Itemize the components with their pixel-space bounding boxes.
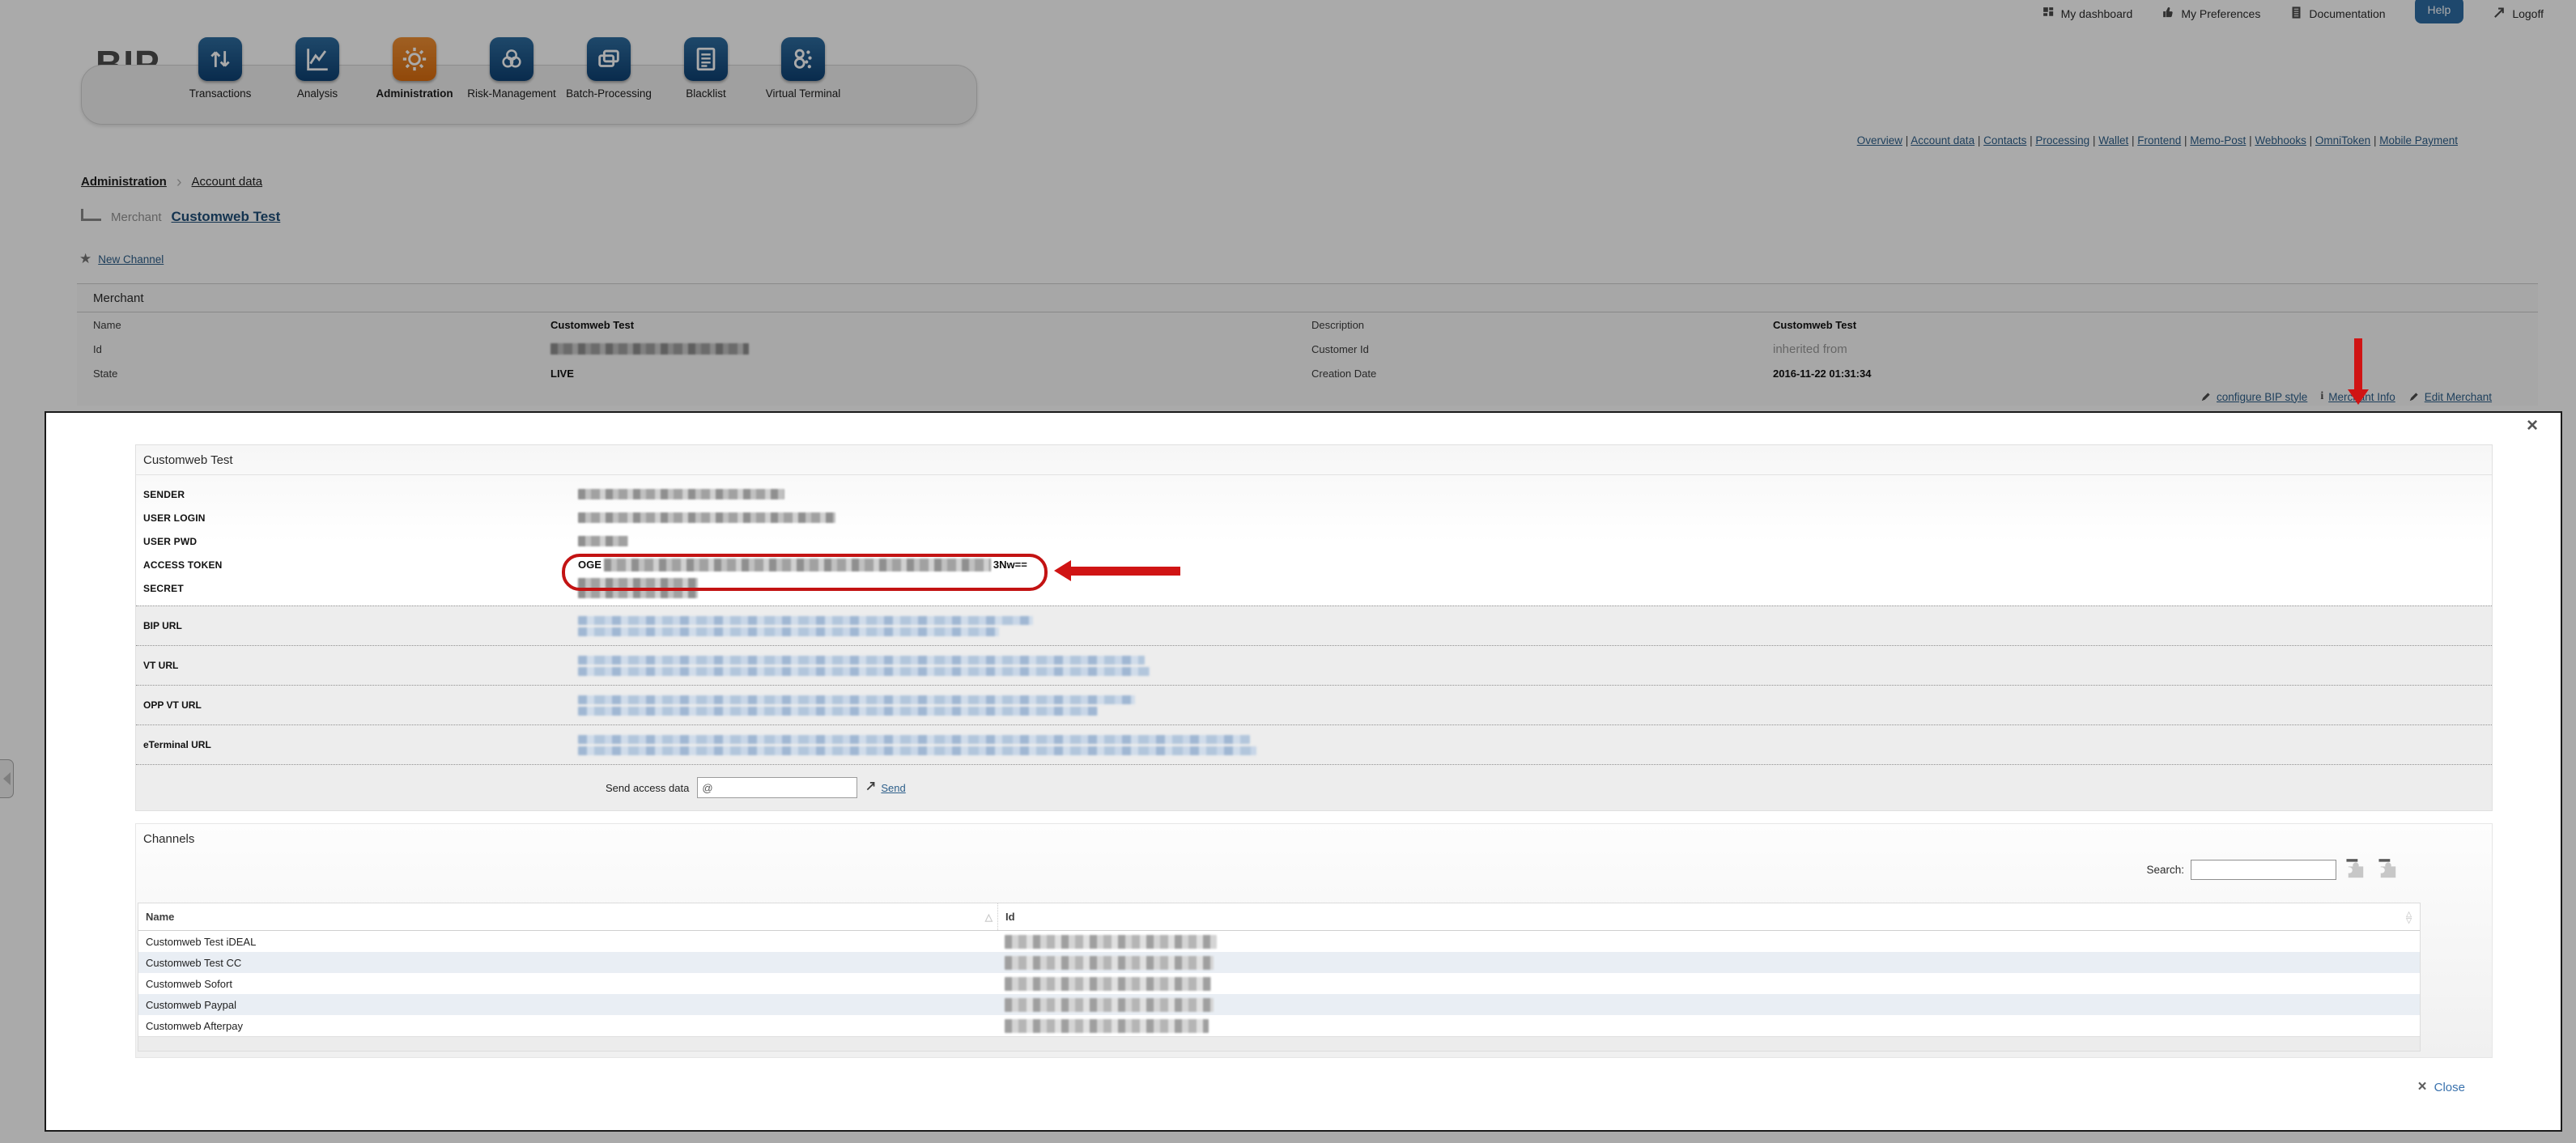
channels-search-row: Search:: [2146, 858, 2401, 881]
redacted-url-value: [578, 656, 1150, 676]
channel-name-cell: Customweb Sofort: [138, 978, 997, 990]
field-label: USER LOGIN: [136, 512, 578, 524]
redacted-line: [578, 746, 1256, 755]
send-arrow-icon: [865, 780, 877, 796]
channel-name-cell: Customweb Test CC: [138, 957, 997, 969]
url-row: BIP URL: [136, 605, 2492, 645]
send-link-wrap: Send: [865, 780, 905, 796]
field-label: ACCESS TOKEN: [136, 559, 578, 571]
redacted-value: [578, 489, 784, 499]
redacted-line: [578, 695, 1135, 704]
annotation-arrow-left-icon: [1054, 560, 1071, 581]
access-fields: SENDER USER LOGIN USER PWD ACCESS TOKENOGE3…: [136, 475, 2492, 605]
field-label: SENDER: [136, 489, 578, 500]
access-field-row: USER PWD: [136, 529, 2492, 553]
column-header-id[interactable]: Id △▽: [997, 903, 2420, 930]
url-row: VT URL: [136, 645, 2492, 685]
channels-panel: Channels Search: Name △ Id △▽: [135, 823, 2493, 1058]
annotation-arrow-down-icon: [2348, 389, 2369, 405]
channel-id-cell: [997, 998, 2420, 1012]
url-section: BIP URL VT URL OPP VT URL eTerminal URL Sen…: [136, 605, 2492, 810]
field-label: SECRET: [136, 583, 578, 594]
channel-id-cell: [997, 956, 2420, 970]
channel-id-cell: [997, 1019, 2420, 1033]
url-label: OPP VT URL: [136, 699, 578, 711]
id-column-label: Id: [1005, 911, 1015, 923]
redacted-line: [578, 616, 1033, 625]
url-label: BIP URL: [136, 620, 578, 631]
channel-row[interactable]: Customweb Paypal: [138, 994, 2420, 1015]
column-header-name[interactable]: Name △: [138, 911, 997, 923]
channel-row[interactable]: Customweb Test iDEAL: [138, 931, 2420, 952]
send-access-data-row: Send access data Send: [136, 764, 2492, 810]
redacted-url-value: [578, 735, 1256, 755]
send-link[interactable]: Send: [881, 782, 905, 794]
dialog-close-icon[interactable]: ×: [2527, 416, 2538, 436]
merchant-info-dialog: × Customweb Test SENDER USER LOGIN USER PW…: [45, 411, 2562, 1132]
redacted-channel-id: [1005, 956, 1214, 970]
channel-row[interactable]: Customweb Sofort: [138, 973, 2420, 994]
channels-table: Name △ Id △▽ Customweb Test iDEALCustomw…: [138, 903, 2421, 1052]
bip-admin-page: My dashboard My Preferences Documentatio…: [0, 0, 2576, 1143]
url-row: OPP VT URL: [136, 685, 2492, 724]
name-column-label: Name: [146, 911, 174, 923]
channel-name-cell: Customweb Test iDEAL: [138, 936, 997, 948]
url-label: eTerminal URL: [136, 739, 578, 750]
access-field-row: SENDER: [136, 482, 2492, 506]
sort-ascending-icon: △: [985, 911, 997, 923]
channels-table-header: Name △ Id △▽: [138, 903, 2420, 931]
sort-both-icon: △▽: [2406, 911, 2420, 924]
puzzle-icon[interactable]: [2375, 858, 2401, 881]
redacted-channel-id: [1005, 998, 1214, 1012]
send-access-data-input[interactable]: [697, 777, 857, 798]
access-field-row: ACCESS TOKENOGE3Nw==: [136, 553, 2492, 576]
url-row: eTerminal URL: [136, 724, 2492, 764]
dialog-title: Customweb Test: [136, 445, 2492, 475]
channel-name-cell: Customweb Afterpay: [138, 1020, 997, 1032]
redacted-line: [578, 667, 1150, 676]
annotation-arrow-left-body: [1070, 567, 1180, 576]
access-field-row: USER LOGIN: [136, 506, 2492, 529]
send-access-data-label: Send access data: [606, 782, 689, 794]
annotation-highlight-oval: [562, 554, 1048, 591]
access-field-row: SECRET: [136, 576, 2492, 600]
redacted-channel-id: [1005, 977, 1211, 991]
redacted-url-value: [578, 695, 1135, 716]
redacted-url-value: [578, 616, 1033, 636]
close-x-icon: ×: [2418, 1078, 2427, 1096]
channel-row[interactable]: Customweb Afterpay: [138, 1015, 2420, 1036]
channels-table-body: Customweb Test iDEAL Customweb Test CC Cus…: [138, 931, 2420, 1036]
search-input[interactable]: [2191, 860, 2336, 880]
field-label: USER PWD: [136, 536, 578, 547]
redacted-line: [578, 707, 1098, 716]
redacted-line: [578, 627, 999, 636]
channel-row[interactable]: Customweb Test CC: [138, 952, 2420, 973]
channel-name-cell: Customweb Paypal: [138, 999, 997, 1011]
annotation-arrow-down-body: [2354, 338, 2362, 390]
redacted-line: [578, 656, 1145, 665]
puzzle-icon[interactable]: [2343, 858, 2369, 881]
redacted-channel-id: [1005, 1019, 1209, 1033]
channels-title: Channels: [136, 824, 2492, 846]
channel-id-cell: [997, 977, 2420, 991]
redacted-channel-id: [1005, 935, 1217, 949]
url-label: VT URL: [136, 660, 578, 671]
redacted-line: [578, 735, 1250, 744]
dialog-close-button[interactable]: × Close: [2418, 1078, 2465, 1096]
channel-id-cell: [997, 935, 2420, 949]
redacted-value: [578, 512, 835, 523]
search-label: Search:: [2146, 864, 2184, 876]
redacted-value: [578, 536, 628, 546]
channels-table-footer: [138, 1036, 2420, 1051]
merchant-access-details-panel: Customweb Test SENDER USER LOGIN USER PWD A…: [135, 444, 2493, 811]
close-label: Close: [2434, 1081, 2465, 1094]
